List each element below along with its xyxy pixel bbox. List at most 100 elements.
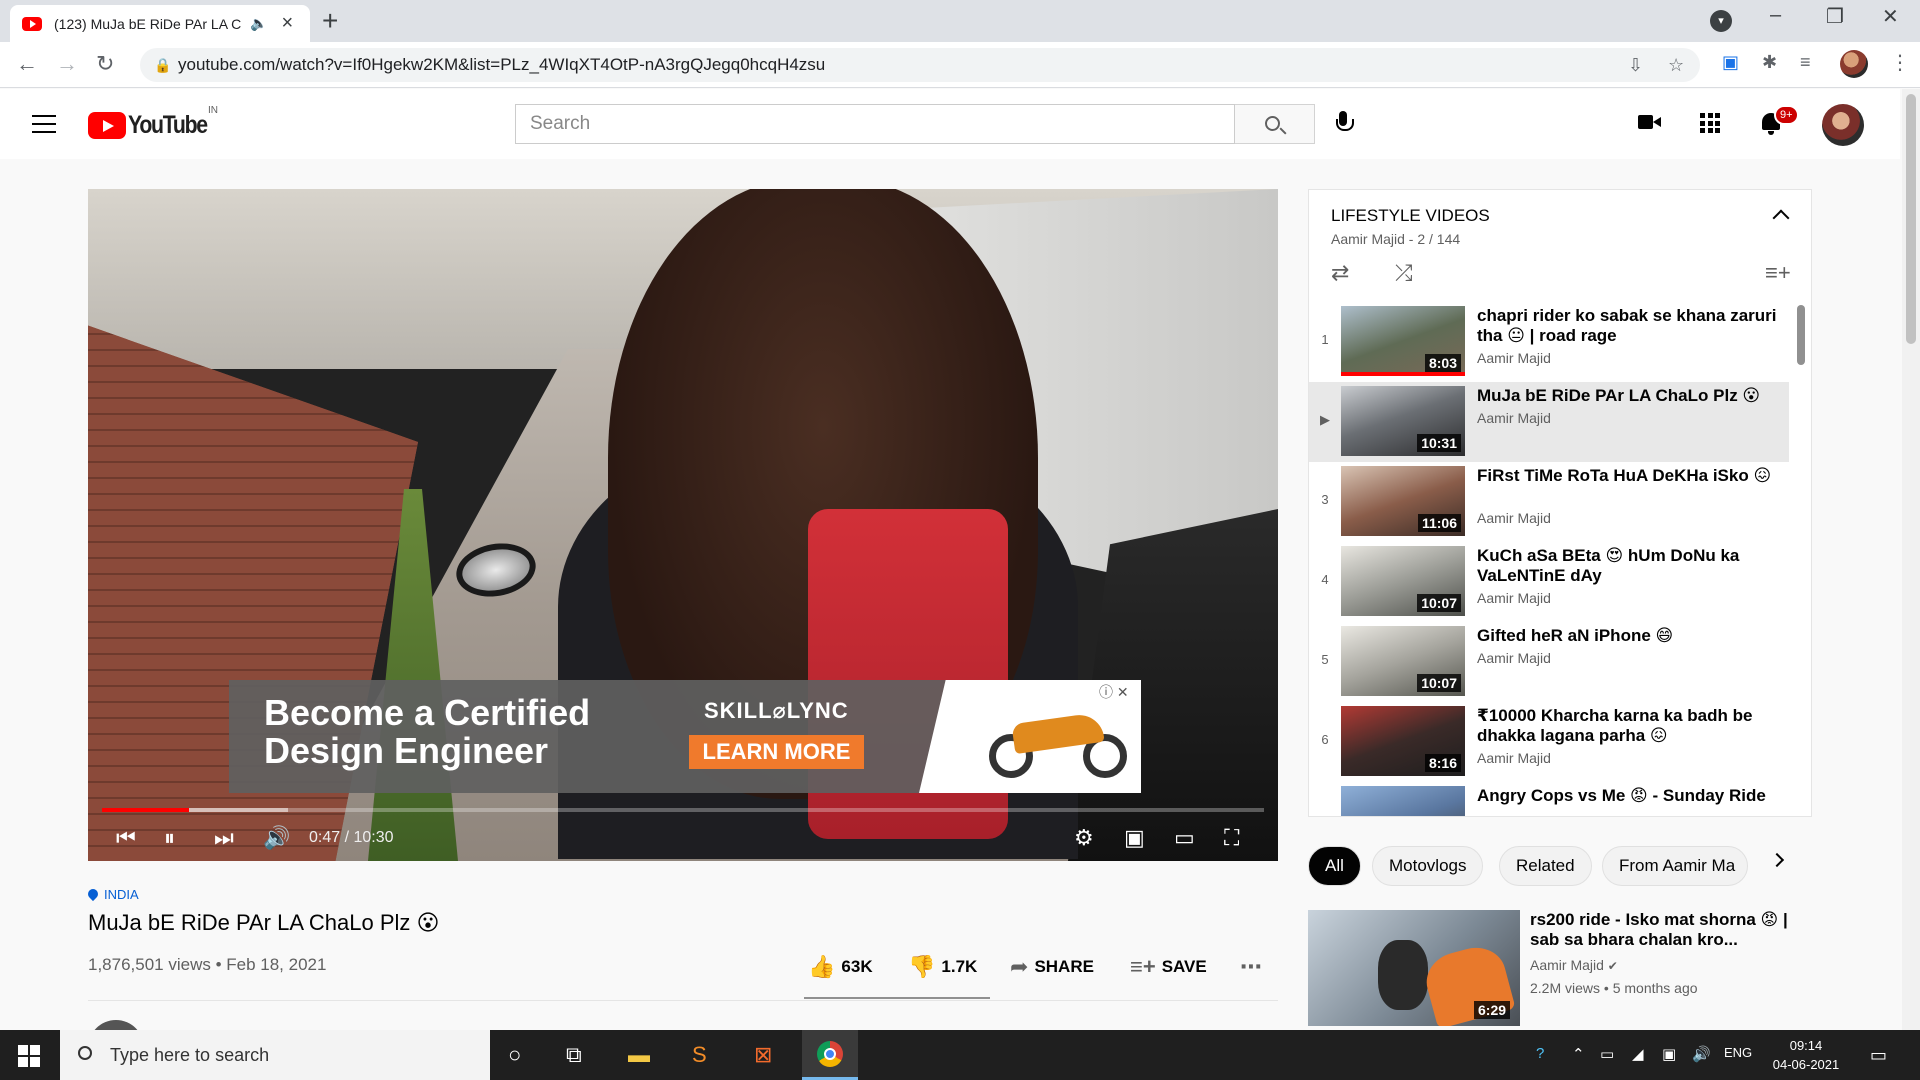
- chrome-taskbar-icon[interactable]: [802, 1030, 858, 1080]
- window-close-icon[interactable]: ✕: [1882, 4, 1899, 29]
- tab-close-icon[interactable]: ×: [281, 12, 293, 35]
- minimize-icon[interactable]: –: [1770, 4, 1781, 27]
- playlist-add-icon[interactable]: ≡+: [1765, 260, 1791, 286]
- video-player[interactable]: Become a Certified Design Engineer SKILL…: [88, 189, 1278, 861]
- input-language[interactable]: ENG: [1724, 1045, 1752, 1060]
- browser-menu-icon[interactable]: ⋮: [1890, 50, 1910, 75]
- playlist-title[interactable]: LIFESTYLE VIDEOS: [1331, 206, 1490, 226]
- extension-translate-icon[interactable]: ▣: [1722, 52, 1739, 73]
- tab-search-icon[interactable]: ▾: [1710, 10, 1732, 32]
- youtube-logo[interactable]: YouTube IN: [88, 105, 221, 139]
- file-explorer-icon[interactable]: ▬: [628, 1042, 650, 1068]
- clock-time: 09:14: [1789, 1038, 1823, 1053]
- overlay-ad[interactable]: Become a Certified Design Engineer SKILL…: [229, 680, 1141, 793]
- playlist-item[interactable]: Angry Cops vs Me 😡 - Sunday Ride: [1309, 782, 1789, 816]
- playlist-item[interactable]: 4 10:07 KuCh aSa BEta 😍 hUm DoNu ka VaLe…: [1309, 542, 1789, 622]
- lock-icon[interactable]: 🔒: [154, 48, 171, 82]
- more-actions-icon[interactable]: ⋯: [1240, 954, 1262, 980]
- notification-badge: 9+: [1774, 105, 1799, 125]
- playlist-item[interactable]: 3 11:06 FiRst TiMe RoTa HuA DeKHa iSko 😖…: [1309, 462, 1789, 542]
- xampp-icon[interactable]: ⊠: [754, 1042, 772, 1068]
- chip-from-channel[interactable]: From Aamir Ma: [1602, 846, 1748, 886]
- ad-close-icon[interactable]: ⓘ ✕: [1099, 682, 1129, 702]
- share-button[interactable]: ➦ SHARE: [1010, 954, 1094, 980]
- search-button[interactable]: [1235, 104, 1315, 144]
- video-progress-bar[interactable]: [102, 808, 1264, 812]
- notification-center-icon[interactable]: ▭: [1870, 1045, 1887, 1066]
- playlist-scrollbar[interactable]: [1797, 305, 1805, 365]
- ad-learn-more-button[interactable]: LEARN MORE: [689, 735, 864, 769]
- tab-audio-icon[interactable]: 🔈: [250, 15, 267, 32]
- system-clock[interactable]: 09:14 04-06-2021: [1768, 1036, 1844, 1074]
- bookmark-star-icon[interactable]: ☆: [1668, 48, 1684, 82]
- network-icon[interactable]: ▣: [1662, 1045, 1676, 1063]
- sublime-text-icon[interactable]: S: [692, 1042, 707, 1068]
- media-control-icon[interactable]: ≡: [1800, 52, 1811, 73]
- tray-expand-chevron-icon[interactable]: ⌃: [1572, 1045, 1585, 1063]
- windows-start-icon[interactable]: [18, 1045, 40, 1067]
- page-scrollbar[interactable]: [1902, 89, 1920, 1030]
- theater-mode-icon[interactable]: ▭: [1174, 825, 1195, 851]
- browser-tab-active[interactable]: (123) MuJa bE RiDe PAr LA C 🔈 ×: [10, 5, 310, 42]
- voice-search-mic-icon[interactable]: [1336, 111, 1354, 137]
- chip-motovlogs[interactable]: Motovlogs: [1372, 846, 1484, 886]
- pause-icon[interactable]: ⏸: [164, 825, 175, 851]
- location-link[interactable]: INDIA: [85, 886, 139, 902]
- next-icon[interactable]: ⏭: [214, 825, 234, 851]
- new-tab-icon[interactable]: +: [322, 6, 338, 36]
- collapse-chevron-icon[interactable]: [1772, 209, 1790, 227]
- playlist-item-current[interactable]: ▶ 10:31 MuJa bE RiDe PAr LA ChaLo Plz 😮 …: [1309, 382, 1789, 462]
- taskbar-search-box[interactable]: Type here to search: [60, 1030, 490, 1080]
- address-bar[interactable]: 🔒 youtube.com/watch?v=If0Hgekw2KM&list=P…: [140, 48, 1700, 82]
- related-channel[interactable]: Aamir Majid ✔: [1530, 957, 1618, 973]
- menu-icon[interactable]: [32, 115, 56, 133]
- task-view-icon[interactable]: ⧉: [566, 1042, 582, 1068]
- playlist-thumbnail: 8:16: [1341, 706, 1465, 776]
- previous-icon[interactable]: ⏮: [116, 825, 136, 851]
- playlist-item-channel: Aamir Majid: [1477, 350, 1551, 366]
- help-icon[interactable]: ?: [1536, 1045, 1544, 1062]
- like-button[interactable]: 👍 63K: [808, 954, 873, 980]
- playlist-item-channel: Aamir Majid: [1477, 510, 1551, 526]
- speaker-icon[interactable]: 🔊: [1692, 1045, 1711, 1063]
- shuffle-icon[interactable]: ⤮: [1395, 260, 1413, 286]
- extensions-puzzle-icon[interactable]: ✱: [1762, 52, 1777, 73]
- cortana-icon[interactable]: ○: [508, 1042, 521, 1068]
- apps-grid-icon[interactable]: [1700, 113, 1720, 133]
- playlist-item-channel: Aamir Majid: [1477, 590, 1551, 606]
- back-icon[interactable]: ←: [16, 51, 38, 77]
- fullscreen-icon[interactable]: ⛶: [1224, 825, 1239, 851]
- settings-gear-icon[interactable]: ⚙: [1074, 825, 1094, 851]
- playlist-item[interactable]: 5 10:07 Gifted heR aN iPhone 😄 Aamir Maj…: [1309, 622, 1789, 702]
- chips-next-chevron-icon[interactable]: [1769, 852, 1785, 868]
- playlist-item[interactable]: 6 8:16 ₹10000 Kharcha karna ka badh be d…: [1309, 702, 1789, 782]
- install-icon[interactable]: ⇩: [1628, 48, 1643, 82]
- duration-badge: 8:03: [1424, 354, 1461, 372]
- maximize-icon[interactable]: ❐: [1826, 4, 1844, 29]
- save-button[interactable]: ≡+ SAVE: [1130, 954, 1207, 980]
- browser-profile-avatar[interactable]: [1840, 50, 1868, 78]
- volume-icon[interactable]: 🔊: [263, 825, 290, 851]
- player-controls: ⏮ ⏸ ⏭ 🔊 0:47 / 10:30 ⚙ ▣ ▭ ⛶: [88, 817, 1278, 861]
- reload-icon[interactable]: ↻: [96, 51, 114, 77]
- wifi-icon[interactable]: ◢: [1632, 1045, 1644, 1063]
- taskbar-search-icon: [78, 1046, 92, 1060]
- forward-icon[interactable]: →: [56, 51, 78, 77]
- chip-all[interactable]: All: [1308, 846, 1361, 886]
- page-scrollbar-thumb[interactable]: [1906, 94, 1916, 344]
- now-playing-icon: ▶: [1320, 412, 1330, 427]
- related-video-title[interactable]: rs200 ride - Isko mat shorna 😡 | sab sa …: [1530, 910, 1790, 950]
- windows-taskbar: Type here to search ○ ⧉ ▬ S ⊠ ? ⌃ ▭ ◢ ▣ …: [0, 1030, 1920, 1080]
- battery-icon[interactable]: ▭: [1600, 1045, 1614, 1063]
- loop-playlist-icon[interactable]: ⇄: [1331, 260, 1349, 286]
- chip-related[interactable]: Related: [1499, 846, 1592, 886]
- miniplayer-icon[interactable]: ▣: [1124, 825, 1145, 851]
- create-video-icon[interactable]: [1638, 113, 1661, 131]
- playlist-item[interactable]: 1 8:03 chapri rider ko sabak se khana za…: [1309, 302, 1789, 382]
- ad-brand: SKILL⌀LYNC: [704, 698, 849, 723]
- ad-motorcycle-image: [989, 704, 1129, 780]
- video-title: MuJa bE RiDe PAr LA ChaLo Plz 😮: [88, 910, 440, 935]
- dislike-button[interactable]: 👎 1.7K: [908, 954, 977, 980]
- search-input[interactable]: Search: [515, 104, 1235, 144]
- account-avatar[interactable]: [1822, 104, 1864, 146]
